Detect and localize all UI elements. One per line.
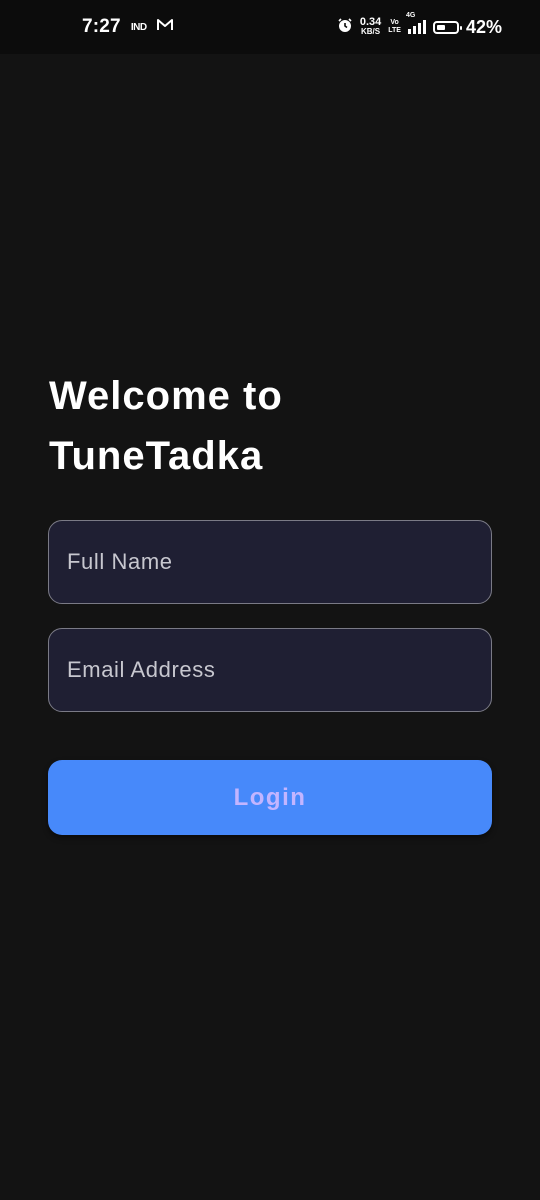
network-speed-value: 0.34 xyxy=(359,16,382,28)
welcome-line-2: TuneTadka xyxy=(49,434,264,478)
volte-indicator: Vo LTE xyxy=(388,19,401,35)
alarm-icon xyxy=(337,17,353,38)
status-bar: 7:27 IND 0.34 KB/S Vo LTE 4G 42% xyxy=(0,0,540,54)
email-input[interactable] xyxy=(49,629,491,711)
network-type-label: 4G xyxy=(405,12,416,19)
status-left: 7:27 IND xyxy=(82,0,173,54)
welcome-heading: Welcome to TuneTadka xyxy=(49,366,469,486)
status-time: 7:27 xyxy=(82,16,121,37)
email-field[interactable] xyxy=(48,628,492,712)
battery-icon xyxy=(432,20,462,34)
network-speed: 0.34 KB/S xyxy=(359,16,382,37)
login-button[interactable]: Login xyxy=(48,760,492,835)
full-name-input[interactable] xyxy=(49,521,491,603)
welcome-line-1: Welcome to xyxy=(49,374,283,418)
volte-top: Vo xyxy=(390,19,399,26)
full-name-field[interactable] xyxy=(48,520,492,604)
network-speed-unit: KB/S xyxy=(360,27,381,36)
volte-bottom: LTE xyxy=(388,27,401,34)
gmail-icon xyxy=(156,18,173,36)
signal-strength-icon: 4G xyxy=(406,12,426,34)
status-right: 0.34 KB/S Vo LTE 4G 42% xyxy=(337,0,502,54)
carrier-label: IND xyxy=(130,21,147,33)
battery-percent: 42% xyxy=(465,16,502,37)
